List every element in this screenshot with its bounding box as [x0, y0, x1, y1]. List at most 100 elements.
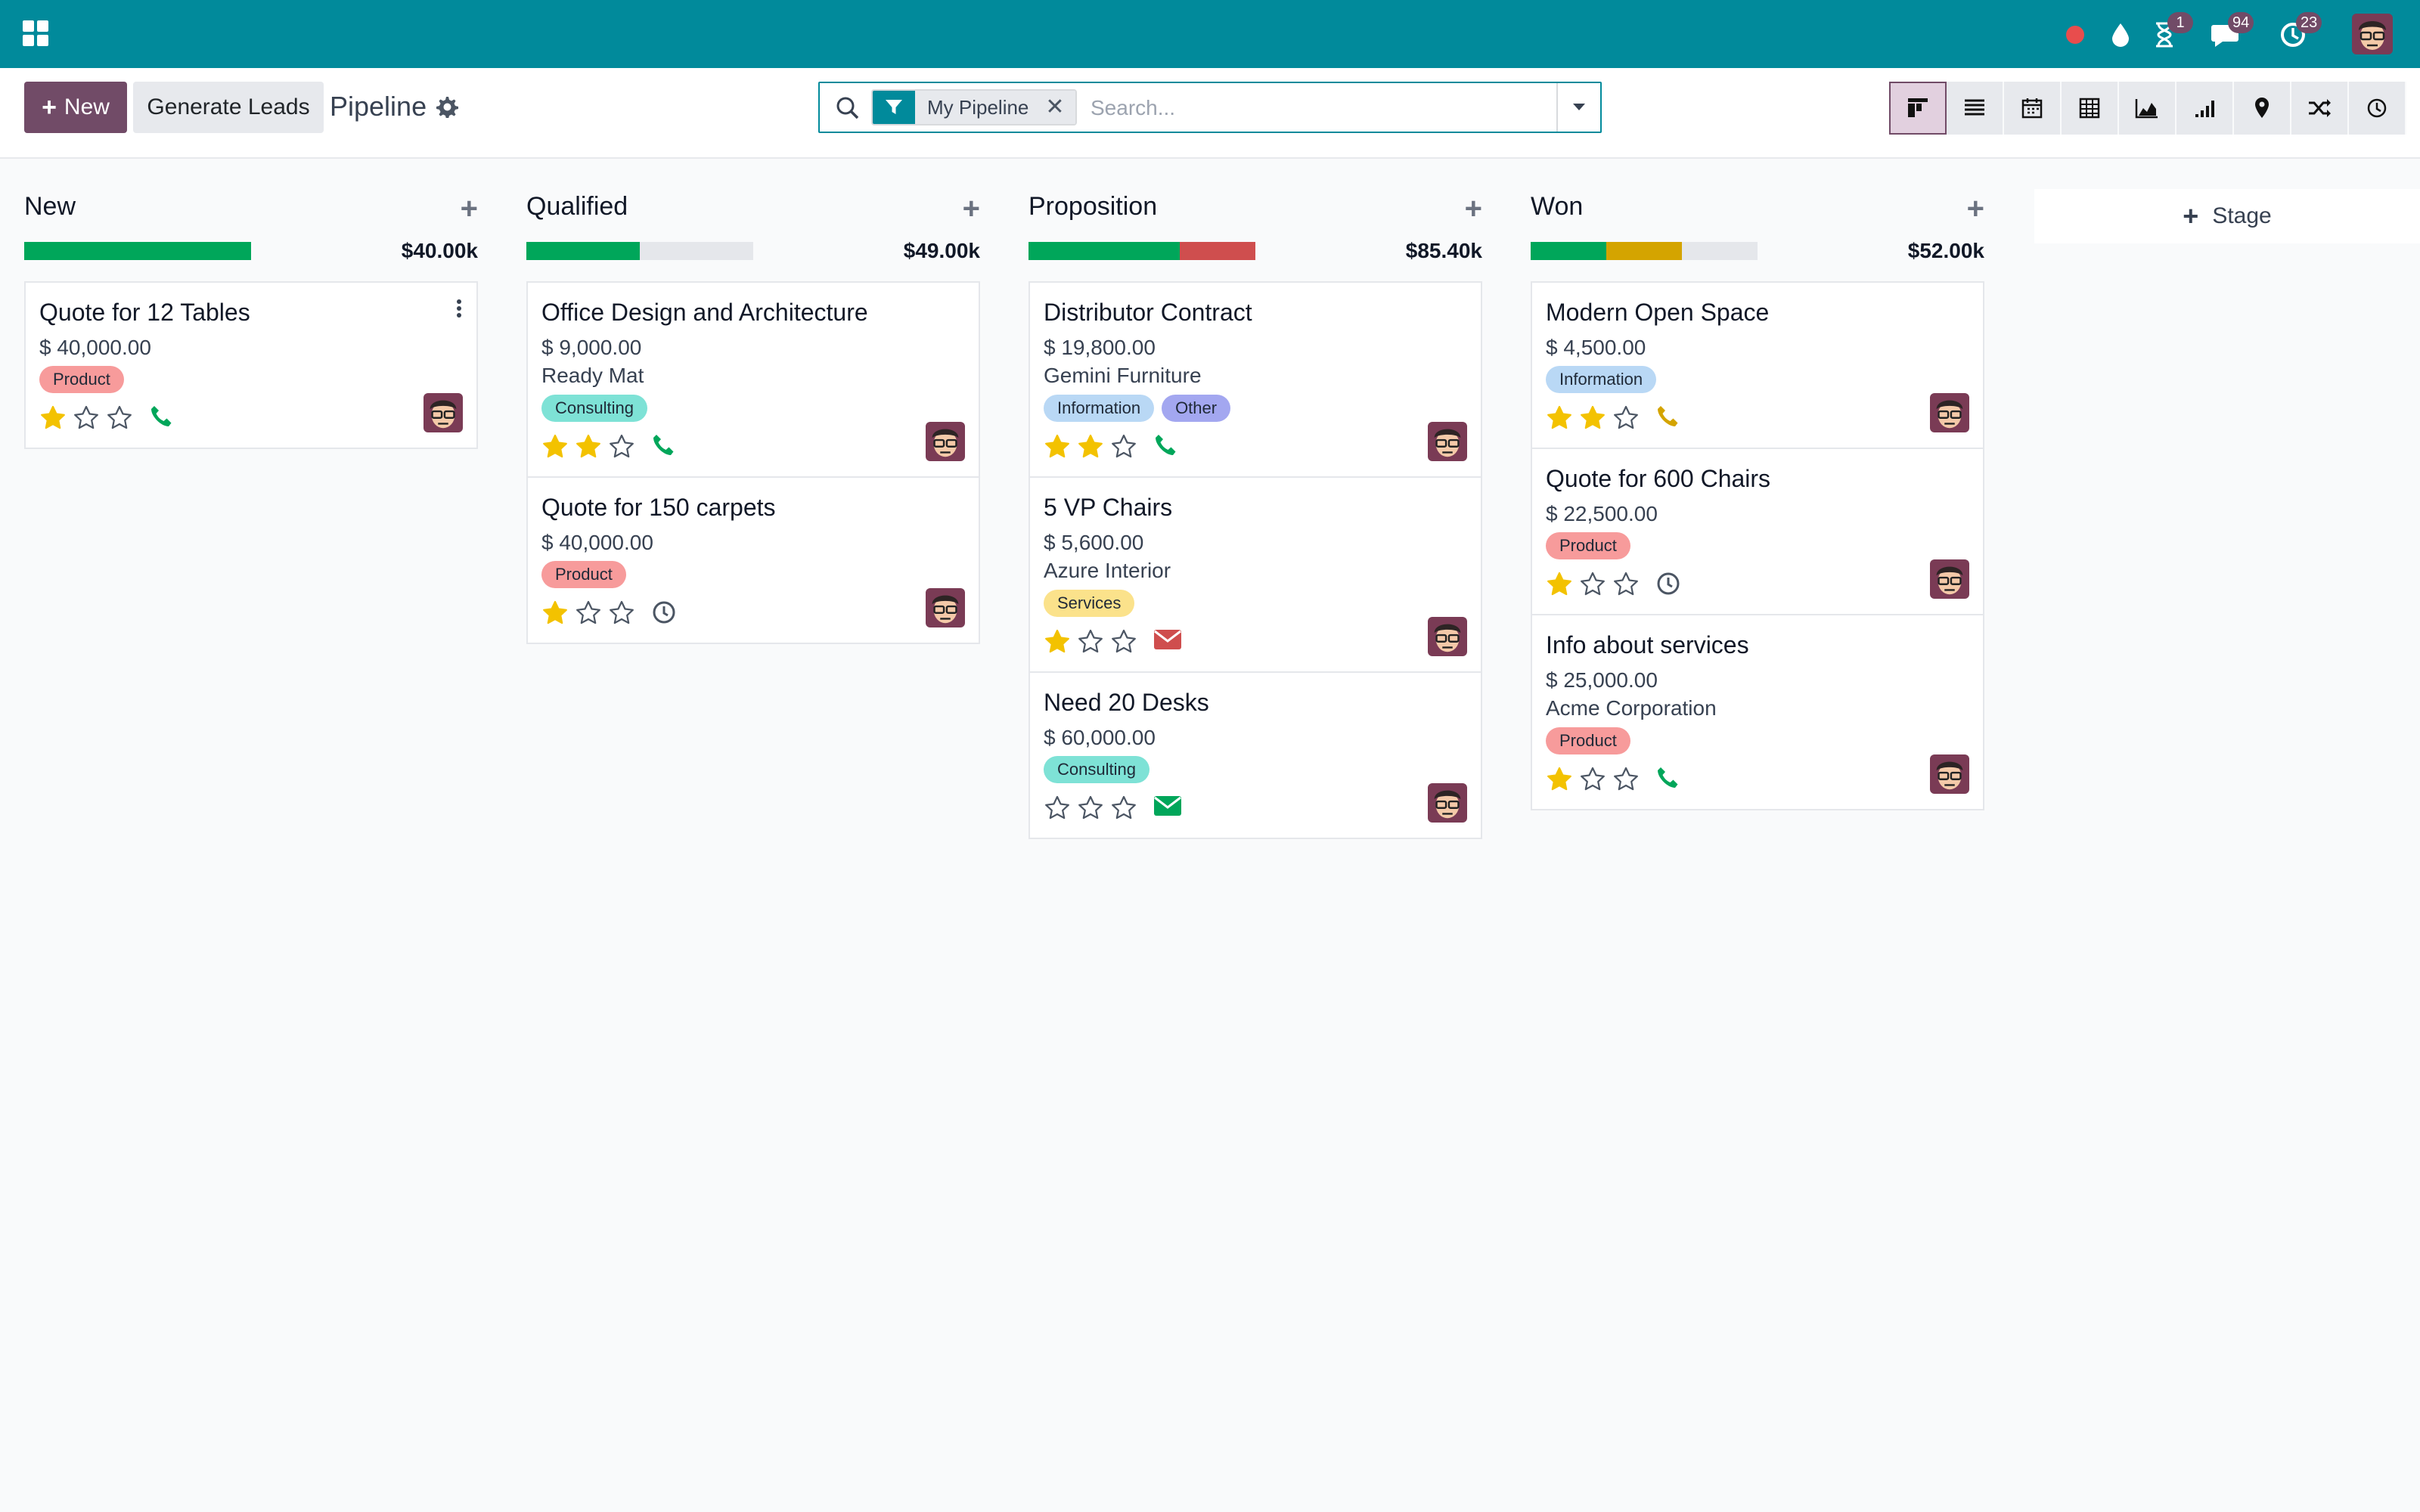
tag-badge: Product	[1546, 532, 1630, 559]
star-filled-icon[interactable]	[39, 404, 67, 432]
remove-facet-icon[interactable]: ✕	[1045, 91, 1064, 124]
kanban-card[interactable]: Quote for 600 Chairs $ 22,500.00 Product	[1532, 449, 1983, 615]
star-empty-icon[interactable]	[1110, 628, 1137, 655]
card-amount: $ 25,000.00	[1546, 668, 1658, 692]
kanban-column-new: New + $40.00k Quote for 12 Tables $ 40,000.0…	[24, 189, 478, 449]
calendar-view-button[interactable]	[2004, 82, 2062, 135]
new-button[interactable]: + New	[24, 82, 127, 133]
user-avatar[interactable]	[2352, 14, 2393, 54]
phone-icon[interactable]	[650, 432, 679, 461]
clock-badge: 23	[2296, 12, 2322, 33]
star-empty-icon[interactable]	[1579, 766, 1606, 793]
progress-segment[interactable]	[1028, 242, 1181, 260]
card-menu-icon[interactable]	[455, 298, 463, 321]
apps-grid-icon[interactable]	[23, 20, 48, 46]
column-progress-bar[interactable]	[1531, 242, 1758, 260]
quick-create-icon[interactable]: +	[1465, 192, 1482, 226]
star-empty-icon[interactable]	[1077, 628, 1104, 655]
star-empty-icon[interactable]	[1612, 404, 1640, 432]
kanban-card[interactable]: Office Design and Architecture $ 9,000.00…	[528, 283, 979, 478]
search-options-toggle[interactable]	[1556, 83, 1600, 132]
cohort-view-button[interactable]	[2176, 82, 2234, 135]
clock-icon[interactable]: 23	[2276, 12, 2322, 51]
star-empty-icon[interactable]	[1579, 571, 1606, 598]
tag-badge: Product	[39, 366, 124, 393]
star-filled-icon[interactable]	[541, 433, 569, 460]
star-empty-icon[interactable]	[575, 600, 602, 627]
star-filled-icon[interactable]	[541, 600, 569, 627]
column-progress-bar[interactable]	[526, 242, 753, 260]
column-progress-bar[interactable]	[1028, 242, 1255, 260]
add-stage-button[interactable]: + Stage	[2034, 189, 2420, 243]
star-filled-icon[interactable]	[1546, 766, 1573, 793]
star-filled-icon[interactable]	[575, 433, 602, 460]
record-dot-icon[interactable]	[2059, 18, 2092, 51]
random-view-button[interactable]	[2291, 82, 2349, 135]
pivot-view-button[interactable]	[2062, 82, 2119, 135]
column-progress-bar[interactable]	[24, 242, 251, 260]
star-filled-icon[interactable]	[1546, 404, 1573, 432]
salesperson-avatar	[424, 393, 463, 432]
star-filled-icon[interactable]	[1546, 571, 1573, 598]
progress-segment[interactable]	[526, 242, 640, 260]
phone-icon[interactable]	[1655, 765, 1683, 794]
star-empty-icon[interactable]	[106, 404, 133, 432]
card-footer	[1546, 754, 1969, 798]
kanban-card[interactable]: Quote for 150 carpets $ 40,000.00 Product	[528, 478, 979, 643]
progress-segment[interactable]	[1606, 242, 1682, 260]
card-tags: Information	[1546, 366, 1969, 393]
phone-icon[interactable]	[1655, 404, 1683, 432]
star-empty-icon[interactable]	[73, 404, 100, 432]
progress-segment[interactable]	[1531, 242, 1606, 260]
envelope-icon[interactable]	[1153, 627, 1181, 656]
star-empty-icon[interactable]	[608, 600, 635, 627]
tag-badge: Consulting	[541, 395, 647, 422]
kanban-card[interactable]: 5 VP Chairs $ 5,600.00 Azure Interior Servi…	[1030, 478, 1481, 673]
phone-icon[interactable]	[1153, 432, 1181, 461]
envelope-icon[interactable]	[1153, 794, 1181, 823]
phone-icon[interactable]	[148, 404, 177, 432]
quick-create-icon[interactable]: +	[963, 192, 980, 226]
generate-leads-button[interactable]: Generate Leads	[133, 82, 324, 133]
kanban-card[interactable]: Modern Open Space $ 4,500.00 Information	[1532, 283, 1983, 449]
kanban-card[interactable]: Distributor Contract $ 19,800.00 Gemini Fu…	[1030, 283, 1481, 478]
star-empty-icon[interactable]	[1110, 795, 1137, 822]
salesperson-avatar	[926, 588, 965, 627]
progress-segment[interactable]	[24, 242, 251, 260]
star-empty-icon[interactable]	[1077, 795, 1104, 822]
activity-hourglass-icon[interactable]: 1	[2148, 12, 2193, 51]
new-button-label: New	[64, 94, 110, 119]
pivot-icon	[2079, 98, 2100, 119]
kanban-card[interactable]: Info about services $ 25,000.00 Acme Corpo…	[1532, 615, 1983, 809]
star-empty-icon[interactable]	[1110, 433, 1137, 460]
activity-view-button[interactable]	[2349, 82, 2406, 135]
clock-icon[interactable]	[1655, 570, 1683, 599]
kanban-view-button[interactable]	[1889, 82, 1947, 135]
star-filled-icon[interactable]	[1044, 628, 1071, 655]
star-empty-icon[interactable]	[1612, 571, 1640, 598]
card-amount: $ 60,000.00	[1044, 726, 1156, 749]
clock-icon[interactable]	[650, 599, 679, 627]
star-filled-icon[interactable]	[1044, 433, 1071, 460]
salesperson-avatar	[1930, 754, 1969, 794]
kanban-card[interactable]: Quote for 12 Tables $ 40,000.00 Product	[26, 283, 476, 448]
progress-segment[interactable]	[1180, 242, 1255, 260]
card-amount: $ 22,500.00	[1546, 502, 1658, 525]
card-title: Office Design and Architecture	[541, 299, 868, 326]
star-empty-icon[interactable]	[1612, 766, 1640, 793]
quick-create-icon[interactable]: +	[1967, 192, 1984, 226]
star-filled-icon[interactable]	[1077, 433, 1104, 460]
search-input[interactable]	[1091, 91, 1575, 125]
gear-icon[interactable]	[434, 94, 458, 119]
map-view-button[interactable]	[2234, 82, 2291, 135]
card-title: Need 20 Desks	[1044, 689, 1209, 716]
drop-icon[interactable]	[2104, 18, 2137, 51]
star-filled-icon[interactable]	[1579, 404, 1606, 432]
messages-icon[interactable]: 94	[2208, 12, 2254, 51]
star-empty-icon[interactable]	[608, 433, 635, 460]
quick-create-icon[interactable]: +	[461, 192, 478, 226]
kanban-card[interactable]: Need 20 Desks $ 60,000.00 Consulting	[1030, 673, 1481, 838]
graph-view-button[interactable]	[2119, 82, 2176, 135]
list-view-button[interactable]	[1947, 82, 2004, 135]
star-empty-icon[interactable]	[1044, 795, 1071, 822]
